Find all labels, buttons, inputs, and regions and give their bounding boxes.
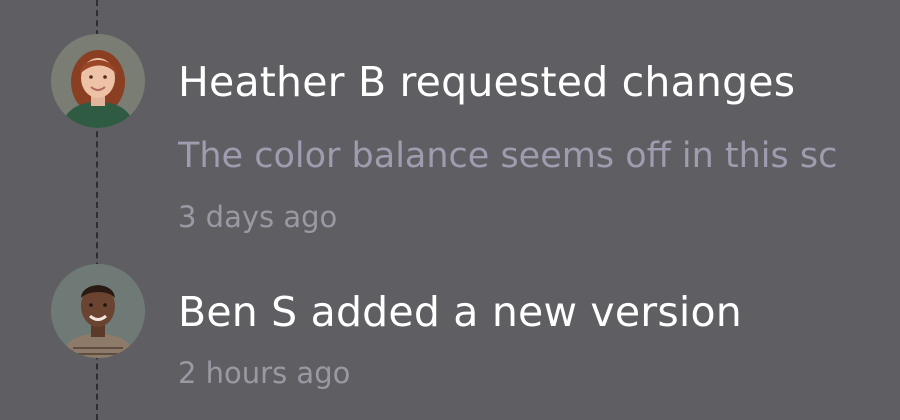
avatar-ben[interactable] bbox=[51, 264, 145, 358]
person-avatar-icon bbox=[51, 34, 145, 128]
activity-item: Heather B requested changes The color ba… bbox=[0, 0, 900, 260]
person-avatar-icon bbox=[51, 264, 145, 358]
activity-feed: Heather B requested changes The color ba… bbox=[0, 0, 900, 420]
activity-title: Heather B requested changes bbox=[178, 58, 796, 106]
activity-title: Ben S added a new version bbox=[178, 288, 742, 336]
activity-timestamp: 2 hours ago bbox=[178, 356, 351, 390]
activity-timestamp: 3 days ago bbox=[178, 200, 338, 234]
avatar-heather[interactable] bbox=[51, 34, 145, 128]
activity-comment: The color balance seems off in this sc bbox=[178, 136, 838, 176]
activity-item: Ben S added a new version 2 hours ago bbox=[0, 260, 900, 420]
